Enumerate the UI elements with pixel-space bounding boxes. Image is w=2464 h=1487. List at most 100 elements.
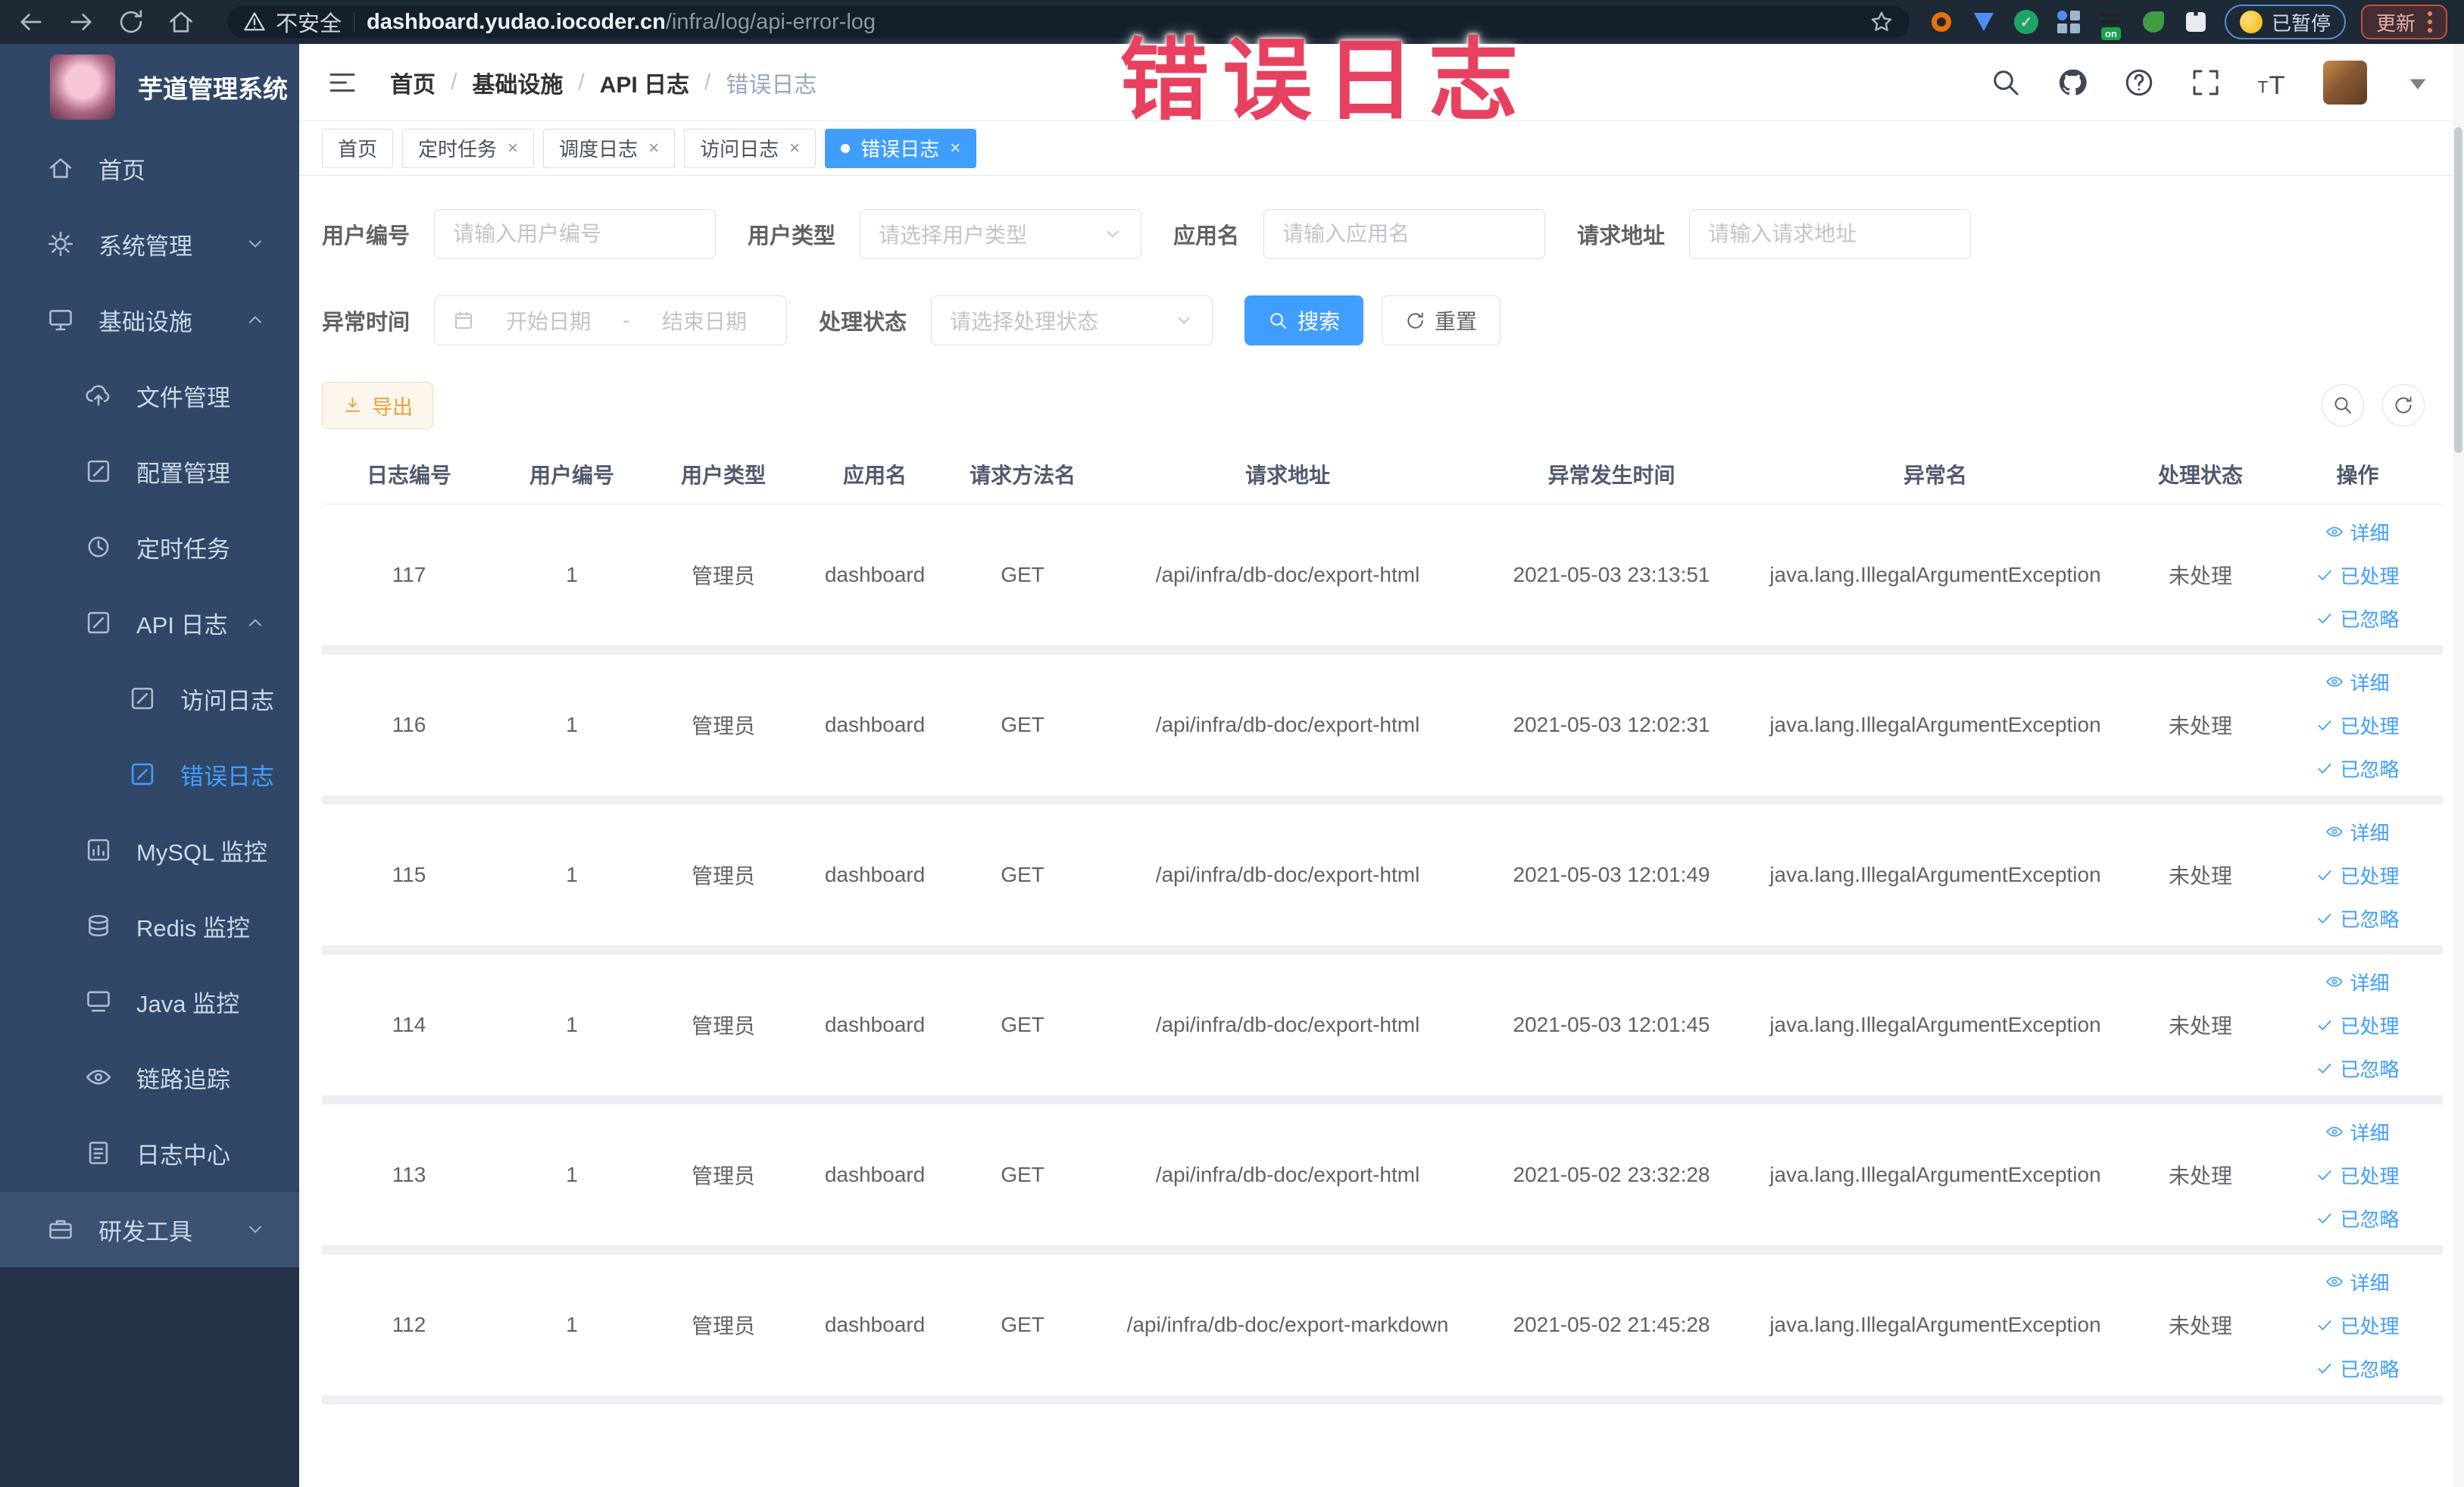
browser-reload-icon[interactable] xyxy=(117,8,145,36)
action-detail-link[interactable]: 详细 xyxy=(2325,518,2390,546)
svg-text:T: T xyxy=(2269,71,2285,98)
sidebar-item-trace[interactable]: 链路追踪 xyxy=(0,1039,299,1115)
sidebar-item-label: 访问日志 xyxy=(180,687,274,714)
action-ignored-link[interactable]: 已忽略 xyxy=(2316,1204,2400,1232)
cell-7: java.lang.IllegalArgumentException xyxy=(1769,1013,2101,1036)
cell-4: GET xyxy=(1001,863,1045,886)
sidebar-item-system[interactable]: 系统管理 xyxy=(0,206,299,282)
action-detail-link[interactable]: 详细 xyxy=(2325,1118,2390,1146)
table-tools xyxy=(2322,384,2425,426)
browser-menu-icon[interactable] xyxy=(2428,11,2432,33)
chevron-down-icon[interactable] xyxy=(2402,67,2434,98)
action-detail-link[interactable]: 详细 xyxy=(2325,1268,2390,1296)
search-button[interactable]: 搜索 xyxy=(1244,295,1364,345)
sidebar-fold-icon[interactable] xyxy=(326,67,358,98)
extension-icon-leaf[interactable] xyxy=(2140,8,2167,36)
action-ignored-link[interactable]: 已忽略 xyxy=(2316,754,2400,783)
profile-paused-badge[interactable]: 已暂停 xyxy=(2224,5,2346,39)
refresh-table-button[interactable] xyxy=(2382,384,2425,426)
fullscreen-icon[interactable] xyxy=(2190,67,2222,98)
browser-forward-icon[interactable] xyxy=(67,8,95,36)
warning-icon xyxy=(242,10,267,34)
extension-icon-grid[interactable] xyxy=(2055,8,2082,36)
sidebar-item-api-log[interactable]: API 日志 xyxy=(0,585,299,661)
reset-button[interactable]: 重置 xyxy=(1382,295,1501,345)
breadcrumb-item[interactable]: 首页 xyxy=(390,66,436,99)
cell-8: 未处理 xyxy=(2168,1314,2232,1338)
close-icon[interactable]: × xyxy=(789,139,800,158)
sidebar-item-java[interactable]: Java 监控 xyxy=(0,964,299,1039)
tab-首页[interactable]: 首页 xyxy=(322,128,394,168)
sidebar-item-infra[interactable]: 基础设施 xyxy=(0,282,299,358)
sidebar-logo-row[interactable]: 芋道管理系统 xyxy=(0,44,299,130)
show-search-button[interactable] xyxy=(2322,384,2364,426)
table-row: 117 1 管理员 dashboard GET/api/infra/db-doc/exp… xyxy=(322,505,2443,654)
sidebar-item-label: Redis 监控 xyxy=(136,914,250,942)
action-detail-link[interactable]: 详细 xyxy=(2325,968,2390,996)
tab-错误日志[interactable]: 错误日志 × xyxy=(825,128,977,168)
action-processed-link[interactable]: 已处理 xyxy=(2316,711,2400,739)
close-icon[interactable]: × xyxy=(507,139,518,158)
action-processed-link[interactable]: 已处理 xyxy=(2316,861,2400,889)
sidebar-item-error-log[interactable]: 错误日志 xyxy=(0,736,299,812)
cell-5: /api/infra/db-doc/export-html xyxy=(1155,713,1420,736)
help-icon[interactable] xyxy=(2123,67,2155,98)
sidebar-item-redis[interactable]: Redis 监控 xyxy=(0,888,299,964)
sidebar-item-mysql[interactable]: MySQL 监控 xyxy=(0,812,299,888)
github-icon[interactable] xyxy=(2056,67,2088,98)
user-type-select[interactable]: 请选择用户类型 xyxy=(860,209,1142,259)
browser-home-icon[interactable] xyxy=(167,8,195,36)
sidebar-item-devtools[interactable]: 研发工具 xyxy=(0,1192,299,1267)
action-detail-link[interactable]: 详细 xyxy=(2325,818,2390,846)
tab-访问日志[interactable]: 访问日志 × xyxy=(684,128,817,168)
process-status-select[interactable]: 请选择处理状态 xyxy=(931,295,1213,345)
sidebar-item-home[interactable]: 首页 xyxy=(0,130,299,206)
extension-icon-ring[interactable] xyxy=(1928,8,1955,36)
close-icon[interactable]: × xyxy=(950,139,960,158)
address-bar[interactable]: 不安全 dashboard.yudao.iocoder.cn /infra/lo… xyxy=(227,6,1910,38)
action-ignored-link[interactable]: 已忽略 xyxy=(2316,1354,2400,1382)
browser-back-icon[interactable] xyxy=(17,8,45,36)
search-icon xyxy=(2332,395,2353,416)
font-size-icon[interactable]: TT xyxy=(2256,67,2288,98)
export-button[interactable]: 导出 xyxy=(322,382,433,429)
sidebar-item-access-log[interactable]: 访问日志 xyxy=(0,661,299,736)
extension-icon-check[interactable]: ✓ xyxy=(2013,8,2040,36)
user-avatar[interactable] xyxy=(2323,60,2367,105)
date-range-picker[interactable]: 开始日期 - 结束日期 xyxy=(434,295,788,345)
action-ignored-link[interactable]: 已忽略 xyxy=(2316,604,2400,633)
security-label[interactable]: 不安全 xyxy=(276,6,342,38)
paused-label: 已暂停 xyxy=(2271,11,2331,35)
action-processed-link[interactable]: 已处理 xyxy=(2316,561,2400,589)
check-icon xyxy=(2316,1316,2334,1334)
app-name-input[interactable] xyxy=(1282,222,1527,246)
action-processed-link[interactable]: 已处理 xyxy=(2316,1161,2400,1189)
extension-icon-puzzle[interactable] xyxy=(2182,8,2209,36)
extension-icon-switch[interactable]: on xyxy=(2097,8,2125,40)
search-icon[interactable] xyxy=(1990,67,2022,98)
page-scrollbar[interactable] xyxy=(2453,44,2464,1487)
breadcrumb-item[interactable]: 基础设施 xyxy=(472,66,563,99)
scrollbar-thumb[interactable] xyxy=(2454,127,2462,453)
sidebar-item-log-center[interactable]: 日志中心 xyxy=(0,1115,299,1191)
tab-调度日志[interactable]: 调度日志 × xyxy=(543,128,676,168)
extension-icon-pin[interactable] xyxy=(1970,8,1997,36)
breadcrumb-item[interactable]: API 日志 xyxy=(600,66,689,99)
action-ignored-link[interactable]: 已忽略 xyxy=(2316,904,2400,932)
action-processed-link[interactable]: 已处理 xyxy=(2316,1311,2400,1339)
cell-1: 1 xyxy=(566,1013,578,1036)
action-processed-link[interactable]: 已处理 xyxy=(2316,1011,2400,1039)
tab-定时任务[interactable]: 定时任务 × xyxy=(402,128,535,168)
user-id-input[interactable] xyxy=(453,222,698,246)
row-actions: 详细 已处理 已忽略 xyxy=(2272,968,2443,1082)
bookmark-star-icon[interactable] xyxy=(1869,9,1894,35)
request-url-input[interactable] xyxy=(1708,222,1953,246)
sidebar-item-config[interactable]: 配置管理 xyxy=(0,433,299,509)
close-icon[interactable]: × xyxy=(648,139,659,158)
action-ignored-link[interactable]: 已忽略 xyxy=(2316,1054,2400,1082)
update-button[interactable]: 更新 xyxy=(2360,5,2447,39)
sidebar-item-job[interactable]: 定时任务 xyxy=(0,509,299,585)
sidebar-item-file[interactable]: 文件管理 xyxy=(0,358,299,433)
redis-icon xyxy=(85,912,112,939)
action-detail-link[interactable]: 详细 xyxy=(2325,668,2390,696)
